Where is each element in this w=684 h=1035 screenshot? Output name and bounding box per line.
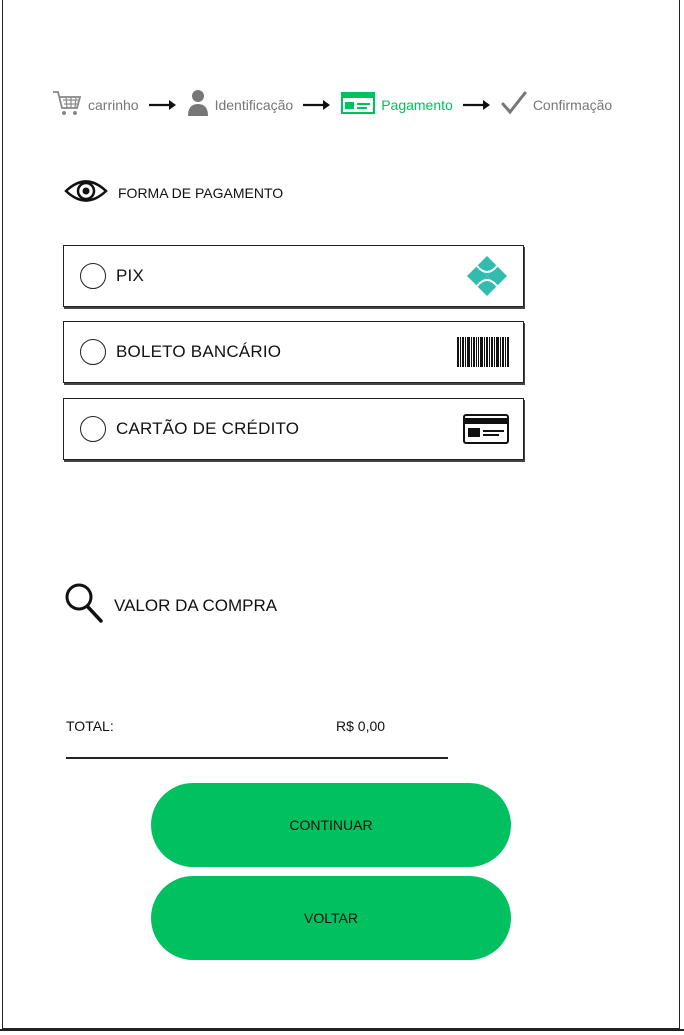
payment-option-pix[interactable]: PIX [63,245,524,307]
payment-option-label: PIX [116,266,145,285]
step-cart-label: carrinho [88,97,139,113]
check-icon [501,90,527,121]
step-payment[interactable]: Pagamento [341,91,453,119]
payment-option-label: BOLETO BANCÁRIO [116,342,282,361]
arrow-right-icon [303,99,331,111]
payment-option-credit-card[interactable]: CARTÃO DE CRÉDITO [63,398,524,460]
summary-section-header: VALOR DA COMPRA [64,582,277,629]
eye-icon [64,178,108,207]
radio-button[interactable] [80,339,106,365]
pix-icon [465,254,509,298]
user-icon [187,89,209,122]
search-icon [64,582,104,629]
continue-button[interactable]: CONTINUAR [151,783,511,867]
cart-icon [52,89,82,122]
total-label: TOTAL: [66,718,114,734]
step-payment-label: Pagamento [381,97,453,113]
payment-option-label: CARTÃO DE CRÉDITO [116,419,300,438]
divider [66,757,448,759]
back-button[interactable]: VOLTAR [151,876,511,960]
radio-button[interactable] [80,416,106,442]
step-identification[interactable]: Identificação [187,89,294,122]
step-identification-label: Identificação [214,97,294,113]
payment-section-title: FORMA DE PAGAMENTO [118,184,284,201]
checkout-stepper: carrinho Identificação Pagamento Confirm… [52,88,612,122]
arrow-right-icon [148,99,177,111]
page-frame-bottom [0,1029,684,1031]
credit-card-icon [463,414,509,444]
step-confirmation-label: Confirmação [532,97,613,113]
total-value: R$ 0,00 [336,718,386,734]
arrow-right-icon [462,99,491,111]
page-frame [2,0,680,1029]
barcode-icon [457,337,509,367]
payment-option-boleto[interactable]: BOLETO BANCÁRIO [63,321,524,383]
step-cart[interactable]: carrinho [52,89,139,122]
summary-section-title: VALOR DA COMPRA [114,595,278,615]
step-confirmation[interactable]: Confirmação [501,90,612,121]
payment-section-header: FORMA DE PAGAMENTO [64,178,283,207]
radio-button[interactable] [80,263,106,289]
credit-card-icon [341,91,376,119]
